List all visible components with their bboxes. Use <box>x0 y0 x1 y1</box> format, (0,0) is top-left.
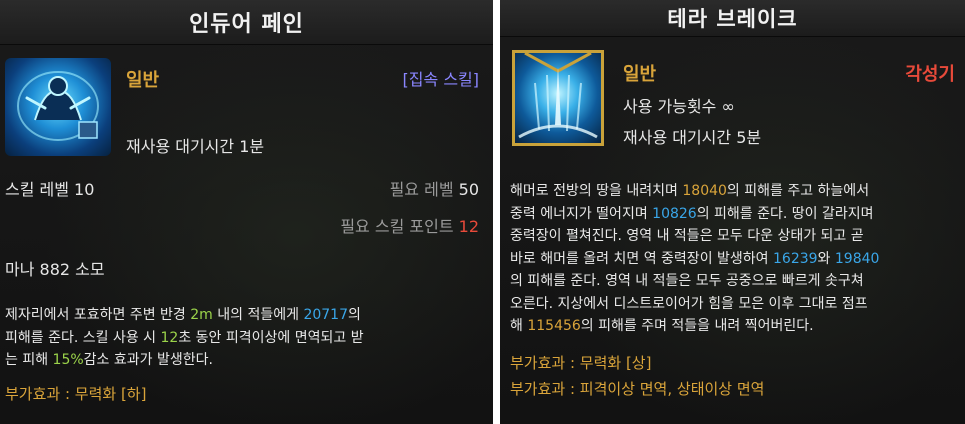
description-text: 내의 적들에게 <box>212 307 304 323</box>
description-text: 의 피해를 준다. 땅이 갈라지며 <box>696 205 874 222</box>
description-line: 제자리에서 포효하면 주변 반경 2m 내의 적들에게 20717의 <box>5 304 364 327</box>
description-text: 의 피해를 주고 하늘에서 <box>726 183 870 199</box>
skill-description: 해머로 전방의 땅을 내려치며 18040의 피해를 주고 하늘에서 중력 에너지… <box>510 180 879 338</box>
required-level: 필요 레벨 50 <box>390 176 479 200</box>
skill-tooltip-endure-pain: 인듀어 페인 일반 [집속 스킬] 재사용 대기시간 1분 스킬 레벨 10 필… <box>0 0 493 424</box>
description-highlight: 2m <box>190 307 213 323</box>
description-text: 감소 효과가 발생한다. <box>83 352 213 368</box>
awakening-badge: 각성기 <box>905 64 955 85</box>
skill-tooltip-terra-break: 테라 브레이크 일반 각성기 사용 가능횟수 ∞ 재사용 대기시간 5분 해머로… <box>500 0 965 424</box>
description-text: 와 <box>817 250 835 267</box>
skill-tag: [집속 스킬] <box>402 70 479 89</box>
required-level-label: 필요 레벨 <box>389 180 454 199</box>
description-text: 중력장이 펼쳐진다. 영역 내 적들은 모두 다운 상태가 되고 곧 <box>510 228 864 244</box>
extra-effect-1: 부가효과 : 무력화 [상] <box>510 354 652 372</box>
skill-icon <box>512 50 604 146</box>
description-highlight: 16239 <box>773 250 818 267</box>
description-text: 의 <box>347 307 361 323</box>
description-highlight: 18040 <box>682 183 727 199</box>
description-line: 바로 해머를 올려 치면 역 중력장이 발생하여 16239와 19840 <box>510 248 879 271</box>
tooltip-title: 테라 브레이크 <box>500 0 965 37</box>
tooltip-title: 인듀어 페인 <box>0 0 493 45</box>
description-text: 해 <box>510 318 528 334</box>
description-line: 피해를 준다. 스킬 사용 시 12초 동안 피격이상에 면역되고 받 <box>5 327 364 350</box>
skill-type: 일반 <box>126 70 160 91</box>
description-text: 해머로 전방의 땅을 내려치며 <box>510 183 683 199</box>
description-text: 피해를 준다. 스킬 사용 시 <box>5 329 161 346</box>
required-skill-points: 필요 스킬 포인트 12 <box>340 213 479 237</box>
required-points-label: 필요 스킬 포인트 <box>340 217 454 236</box>
cooldown: 재사용 대기시간 1분 <box>126 137 265 156</box>
description-line: 의 피해를 준다. 영역 내 적들은 모두 공중으로 빠르게 솟구쳐 <box>510 270 879 293</box>
description-line: 오른다. 지상에서 디스트로이어가 힘을 모은 이후 그대로 점프 <box>510 293 879 316</box>
description-highlight: 115456 <box>527 318 581 334</box>
skill-description: 제자리에서 포효하면 주변 반경 2m 내의 적들에게 20717의 피해를 준다… <box>5 304 364 372</box>
description-line: 는 피해 15%감소 효과가 발생한다. <box>5 349 364 372</box>
description-highlight: 15% <box>52 352 84 368</box>
extra-effect: 부가효과 : 무력화 [하] <box>5 385 147 403</box>
description-highlight: 19840 <box>834 250 880 267</box>
skill-icon <box>5 58 111 156</box>
description-text: 의 피해를 주며 적들을 내려 찍어버린다. <box>580 318 814 334</box>
description-highlight: 10826 <box>652 205 697 222</box>
skill-level: 스킬 레벨 10 <box>5 180 95 199</box>
description-text: 는 피해 <box>5 352 53 368</box>
description-text: 중력 에너지가 떨어지며 <box>510 205 653 222</box>
mana-cost: 마나 882 소모 <box>5 260 105 279</box>
description-text: 바로 해머를 올려 치면 역 중력장이 발생하여 <box>510 250 773 267</box>
skill-type: 일반 <box>623 64 657 85</box>
extra-effect-2: 부가효과 : 피격이상 면역, 상태이상 면역 <box>510 380 765 398</box>
cooldown: 재사용 대기시간 5분 <box>623 128 762 147</box>
description-text: 오른다. 지상에서 디스트로이어가 힘을 모은 이후 그대로 점프 <box>510 295 868 312</box>
description-text: 의 피해를 준다. 영역 내 적들은 모두 공중으로 빠르게 솟구쳐 <box>510 273 864 289</box>
description-line: 해머로 전방의 땅을 내려치며 18040의 피해를 주고 하늘에서 <box>510 180 879 203</box>
description-line: 중력장이 펼쳐진다. 영역 내 적들은 모두 다운 상태가 되고 곧 <box>510 225 879 248</box>
description-line: 중력 에너지가 떨어지며 10826의 피해를 준다. 땅이 갈라지며 <box>510 203 879 226</box>
description-highlight: 20717 <box>303 307 348 323</box>
required-level-value: 50 <box>458 180 479 199</box>
description-text: 초 동안 피격이상에 면역되고 받 <box>178 329 364 346</box>
description-line: 해 115456의 피해를 주며 적들을 내려 찍어버린다. <box>510 315 879 338</box>
usage-count: 사용 가능횟수 ∞ <box>623 97 735 116</box>
description-highlight: 12 <box>160 329 179 346</box>
required-points-value: 12 <box>458 217 479 236</box>
description-text: 제자리에서 포효하면 주변 반경 <box>5 307 191 323</box>
